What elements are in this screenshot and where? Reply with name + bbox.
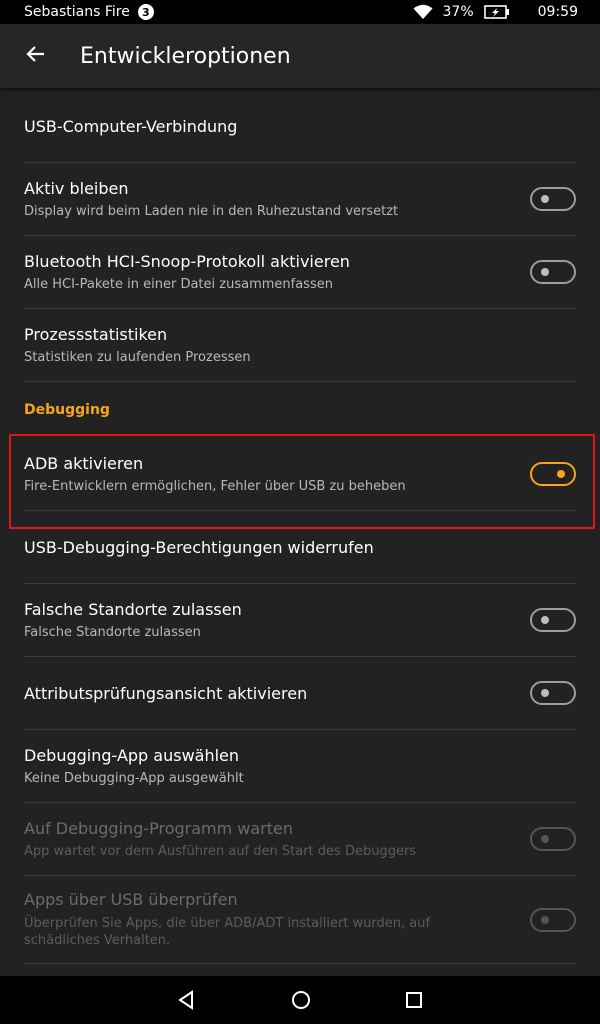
battery-percent: 37% (442, 4, 474, 20)
attribute-inspection-item[interactable]: Attributsprüfungsansicht aktivieren (24, 657, 576, 730)
item-title: ADB aktivieren (24, 454, 144, 473)
item-subtitle: Alle HCI-Pakete in einer Datei zusammenf… (24, 277, 333, 292)
nav-recents-button[interactable] (405, 991, 423, 1009)
bluetooth-hci-snoop-item[interactable]: Bluetooth HCI-Snoop-Protokoll aktivieren… (24, 236, 576, 309)
adb-enable-item[interactable]: ADB aktivieren Fire-Entwicklern ermöglic… (24, 438, 576, 511)
mock-locations-toggle[interactable] (530, 608, 576, 632)
wifi-icon (413, 4, 433, 20)
item-subtitle: Display wird beim Laden nie in den Ruhez… (24, 204, 399, 219)
item-title: Bluetooth HCI-Snoop-Protokoll aktivieren (24, 252, 350, 271)
verify-apps-usb-item: Apps über USB überprüfen Überprüfen Sie … (24, 876, 576, 964)
item-title: Apps über USB überprüfen (24, 890, 238, 909)
mock-locations-item[interactable]: Falsche Standorte zulassen Falsche Stand… (24, 584, 576, 657)
wait-for-debugger-item: Auf Debugging-Programm warten App wartet… (24, 803, 576, 876)
wait-for-debugger-toggle (530, 827, 576, 851)
item-subtitle: App wartet vor dem Ausführen auf den Sta… (24, 844, 417, 859)
item-subtitle: Statistiken zu laufenden Prozessen (24, 350, 251, 365)
item-title: Attributsprüfungsansicht aktivieren (24, 683, 308, 703)
item-title: Falsche Standorte zulassen (24, 600, 242, 619)
select-debug-app-item[interactable]: Debugging-App auswählen Keine Debugging-… (24, 730, 576, 803)
status-bar: Sebastians Fire 3 37% 09:59 (0, 0, 600, 24)
stay-awake-toggle[interactable] (530, 187, 576, 211)
section-header-debugging: Debugging (24, 402, 110, 418)
item-title: USB-Debugging-Berechtigungen widerrufen (24, 537, 374, 557)
item-title: Aktiv bleiben (24, 179, 129, 198)
stay-awake-item[interactable]: Aktiv bleiben Display wird beim Laden ni… (24, 163, 576, 236)
device-name: Sebastians Fire (24, 4, 130, 20)
item-title: Prozessstatistiken (24, 325, 168, 344)
notification-count-badge: 3 (137, 4, 154, 20)
toggle-knob (541, 195, 549, 203)
item-title: Auf Debugging-Programm warten (24, 819, 293, 838)
page-title: Entwickleroptionen (80, 43, 291, 69)
settings-list: USB-Computer-Verbindung Aktiv bleiben Di… (0, 90, 600, 964)
toggle-knob (541, 616, 549, 624)
arrow-left-icon (24, 42, 48, 70)
back-button[interactable] (0, 24, 72, 88)
battery-charging-icon (483, 5, 510, 19)
recents-square-icon (405, 991, 423, 1009)
adb-enable-toggle[interactable] (530, 462, 576, 486)
toggle-knob (541, 835, 549, 843)
item-subtitle: Keine Debugging-App ausgewählt (24, 771, 244, 786)
home-circle-icon (291, 990, 311, 1010)
nav-home-button[interactable] (291, 990, 311, 1010)
toggle-knob (541, 689, 549, 697)
status-time: 09:59 (537, 4, 578, 20)
navigation-bar (0, 976, 600, 1024)
usb-computer-connection-item[interactable]: USB-Computer-Verbindung (24, 90, 576, 163)
item-subtitle: Fire-Entwicklern ermöglichen, Fehler übe… (24, 479, 406, 494)
toggle-knob (557, 470, 565, 478)
attribute-inspection-toggle[interactable] (530, 681, 576, 705)
toggle-knob (541, 915, 549, 924)
item-title: USB-Computer-Verbindung (24, 116, 238, 136)
process-stats-item[interactable]: Prozessstatistiken Statistiken zu laufen… (24, 309, 576, 382)
item-title: Debugging-App auswählen (24, 746, 240, 765)
verify-apps-usb-toggle (530, 907, 576, 932)
bluetooth-hci-snoop-toggle[interactable] (530, 260, 576, 284)
item-subtitle: Falsche Standorte zulassen (24, 625, 201, 640)
item-subtitle: Überprüfen Sie Apps, die über ADB/ADT in… (24, 916, 431, 948)
toggle-knob (541, 268, 549, 276)
app-bar: Entwickleroptionen (0, 24, 600, 88)
back-triangle-icon (177, 990, 197, 1010)
revoke-usb-debugging-item[interactable]: USB-Debugging-Berechtigungen widerrufen (24, 511, 576, 584)
nav-back-button[interactable] (177, 990, 197, 1010)
